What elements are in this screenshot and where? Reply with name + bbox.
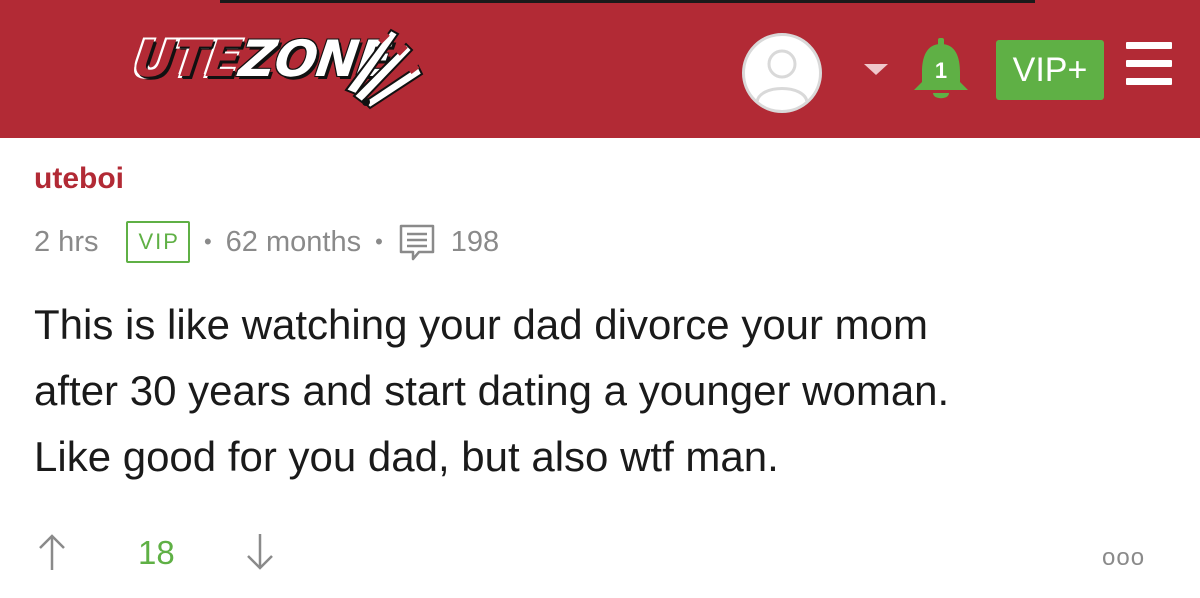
avatar-icon <box>755 49 809 103</box>
membership-duration: 62 months <box>225 225 362 258</box>
menu-bar-bottom <box>1126 78 1172 85</box>
menu-bar-top <box>1126 42 1172 49</box>
logo-text-ute: UTE <box>129 30 244 88</box>
meta-separator: • <box>203 229 212 254</box>
post-body-line: This is like watching your dad divorce y… <box>34 301 929 348</box>
more-options-icon[interactable]: ooo <box>1102 544 1145 572</box>
post-count: 198 <box>450 225 500 258</box>
site-header: UTEZONE 1 VIP+ <box>0 0 1200 138</box>
comment-icon <box>399 224 435 261</box>
user-avatar[interactable] <box>742 33 822 113</box>
hamburger-menu-icon[interactable] <box>1126 42 1172 86</box>
upvote-arrow-icon[interactable] <box>36 532 68 572</box>
vip-plus-button[interactable]: VIP+ <box>996 40 1104 100</box>
post-body: This is like watching your dad divorce y… <box>34 292 1154 490</box>
menu-bar-middle <box>1126 60 1172 67</box>
post-body-line: Like good for you dad, but also wtf man. <box>34 433 779 480</box>
post-body-line: after 30 years and start dating a younge… <box>34 367 950 414</box>
header-top-divider <box>220 0 1035 3</box>
vip-badge: VIP <box>126 221 190 263</box>
post-time: 2 hrs <box>34 225 99 258</box>
notification-count-badge: 1 <box>934 58 948 83</box>
chevron-down-icon[interactable] <box>864 64 888 75</box>
meta-separator: • <box>375 229 383 254</box>
feathers-icon <box>344 28 424 110</box>
utezone-logo[interactable]: UTEZONE <box>126 20 426 110</box>
post-meta: 2 hrs VIP • 62 months • 198 <box>34 221 500 263</box>
vote-score: 18 <box>138 534 175 571</box>
post-username[interactable]: uteboi <box>34 162 124 196</box>
notifications-bell[interactable]: 1 <box>910 38 972 104</box>
downvote-arrow-icon[interactable] <box>244 532 276 572</box>
